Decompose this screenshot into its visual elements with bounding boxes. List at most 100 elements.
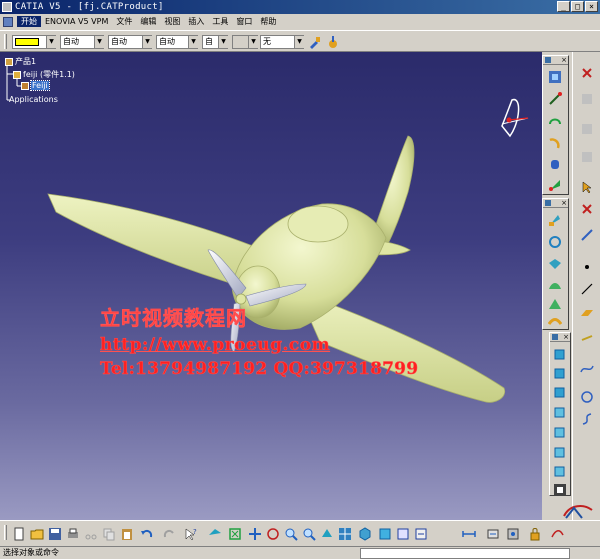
cube-icon[interactable] (553, 445, 567, 459)
measure-inertia-icon[interactable] (506, 527, 520, 541)
lock-icon[interactable] (528, 527, 542, 541)
minimize-button[interactable]: _ (557, 1, 570, 12)
cube-icon[interactable] (553, 347, 567, 361)
right-side-toolbar (572, 52, 600, 520)
tree-node-body[interactable]: Feiji (21, 80, 50, 91)
measure-between-icon[interactable] (462, 527, 476, 541)
hand-icon[interactable] (548, 157, 562, 171)
menu-tools[interactable]: 工具 (208, 16, 232, 27)
swap-space-icon[interactable] (414, 527, 428, 541)
pan-icon[interactable] (548, 92, 562, 106)
point-icon[interactable] (580, 260, 594, 274)
line-icon[interactable] (580, 282, 594, 296)
toolbar-grip[interactable] (4, 525, 7, 540)
select-arrow-icon[interactable] (580, 180, 594, 194)
open-folder-icon[interactable] (30, 527, 44, 541)
linetype-combo[interactable]: 自动 ▼ (108, 35, 152, 49)
zoom-in-icon[interactable] (284, 527, 298, 541)
measure-item-icon[interactable] (486, 527, 500, 541)
helix-icon[interactable] (580, 412, 594, 426)
whats-this-icon[interactable]: ? (184, 527, 198, 541)
menu-window[interactable]: 窗口 (232, 16, 256, 27)
toolbar-grip[interactable] (4, 34, 7, 49)
product-icon (5, 57, 13, 66)
multi-view-icon[interactable] (338, 527, 352, 541)
airplane-model[interactable] (0, 52, 542, 520)
graphic-properties-icon[interactable] (326, 35, 340, 49)
new-document-icon[interactable] (12, 527, 26, 541)
menu-enovia[interactable]: ENOVIA V5 VPM (41, 17, 112, 26)
disabled-tool-icon (582, 94, 592, 104)
fit-all-icon[interactable] (548, 70, 562, 84)
sketch-icon[interactable] (580, 228, 594, 242)
loft-icon[interactable] (548, 279, 562, 293)
save-icon[interactable] (48, 527, 62, 541)
menu-view[interactable]: 视图 (160, 16, 184, 27)
menu-file[interactable]: 文件 (112, 16, 136, 27)
close-icon[interactable] (580, 66, 594, 80)
zoom-icon[interactable] (548, 136, 562, 150)
close-icon[interactable]: × (563, 333, 569, 341)
rotate-view-icon[interactable] (266, 527, 280, 541)
surface-toolbar: × (542, 198, 569, 330)
transparency-combo[interactable]: 自动 ▼ (60, 35, 104, 49)
tree-node-product[interactable]: 产品1 (5, 56, 36, 67)
normal-view-icon[interactable] (320, 527, 334, 541)
menu-edit[interactable]: 编辑 (136, 16, 160, 27)
chevron-down-icon: ▼ (248, 36, 258, 48)
zoom-out-icon[interactable] (302, 527, 316, 541)
menu-start[interactable]: 开始 (17, 16, 41, 27)
command-input[interactable] (360, 548, 570, 559)
toolbar-menu-icon[interactable] (552, 334, 558, 340)
close-button[interactable]: × (585, 1, 598, 12)
rendering-style-combo[interactable]: 无 ▼ (260, 35, 304, 49)
point-symbol-combo[interactable]: 自 ▼ (202, 35, 228, 49)
blend-icon[interactable] (548, 314, 562, 328)
fill-icon[interactable] (548, 297, 562, 311)
lineweight-combo[interactable]: 自动 ▼ (156, 35, 198, 49)
painter-icon[interactable] (308, 35, 322, 49)
menu-help[interactable]: 帮助 (256, 16, 280, 27)
app-switch-icon[interactable] (550, 527, 564, 541)
close-icon[interactable]: × (561, 199, 567, 207)
maximize-button[interactable]: □ (571, 1, 584, 12)
tree-node-part[interactable]: feiji (零件1.1) (13, 69, 75, 80)
document-icon[interactable] (3, 16, 13, 27)
cube-icon[interactable] (553, 385, 567, 399)
paste-icon[interactable] (120, 527, 134, 541)
shading-icon[interactable] (378, 527, 392, 541)
iso-view-icon[interactable] (358, 527, 372, 541)
compass-icon[interactable] (501, 99, 529, 138)
chevron-down-icon: ▼ (218, 36, 228, 48)
circle-icon[interactable] (580, 390, 594, 404)
cube-icon[interactable] (553, 366, 567, 380)
render-icon[interactable] (553, 483, 567, 497)
close-icon[interactable] (580, 202, 594, 216)
plane-icon[interactable] (580, 306, 594, 320)
cube-icon[interactable] (553, 425, 567, 439)
close-icon[interactable]: × (561, 56, 567, 64)
catia-app-icon[interactable] (2, 2, 12, 12)
pan-arrows-icon[interactable] (248, 527, 262, 541)
tree-node-applications[interactable]: Applications (9, 95, 58, 104)
print-icon[interactable] (66, 527, 80, 541)
undo-icon[interactable] (140, 527, 154, 541)
normal-view-icon[interactable] (548, 178, 562, 192)
revolve-icon[interactable] (548, 235, 562, 249)
extrude-icon[interactable] (548, 213, 562, 227)
projection-icon[interactable] (580, 332, 594, 346)
cube-icon[interactable] (553, 405, 567, 419)
toolbar-menu-icon[interactable] (545, 57, 551, 63)
title-bar: CATIA V5 - [fj.CATProduct] _ □ × (0, 0, 600, 14)
3d-viewport[interactable]: 产品1 feiji (零件1.1) Feiji Applications 立时视… (0, 52, 542, 520)
fit-all-in-icon[interactable] (228, 527, 242, 541)
menu-insert[interactable]: 插入 (184, 16, 208, 27)
sweep-icon[interactable] (548, 257, 562, 271)
rotate-icon[interactable] (548, 114, 562, 128)
cube-icon[interactable] (553, 464, 567, 478)
toolbar-menu-icon[interactable] (545, 200, 551, 206)
spline-icon[interactable] (580, 362, 594, 376)
hide-show-icon[interactable] (396, 527, 410, 541)
fly-mode-icon[interactable] (208, 527, 222, 541)
color-combo[interactable]: ▼ (12, 35, 56, 49)
